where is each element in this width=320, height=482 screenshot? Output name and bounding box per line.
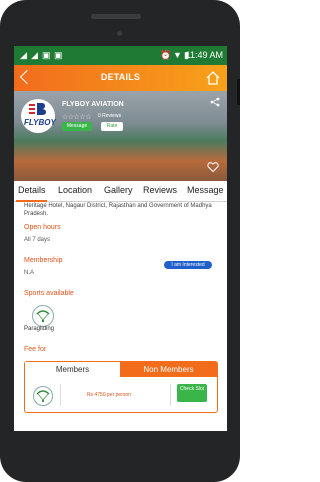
phone-frame: ◢ ◢ ▣ ▣ ⏰ ▼ ▮ 11:49 AM DETAILS FLYBOY FL… <box>0 0 240 482</box>
open-hours-value: All 7 days <box>24 237 51 243</box>
status-time: 11:49 AM <box>185 50 223 60</box>
tab-reviews[interactable]: Reviews <box>143 185 177 195</box>
tab-members[interactable]: Members <box>25 362 120 377</box>
business-name: FLYBOY AVIATION <box>62 101 124 108</box>
divider <box>170 384 171 406</box>
tab-details[interactable]: Details <box>18 185 46 195</box>
check-slot-button[interactable]: Check Slot <box>177 384 207 402</box>
image-icon-2: ▣ <box>54 50 63 60</box>
speaker-grille <box>91 14 141 19</box>
fee-title: Fee for <box>24 346 47 353</box>
share-icon[interactable] <box>210 97 220 107</box>
sports-title: Sports available <box>24 290 74 297</box>
page-title: DETAILS <box>100 72 141 82</box>
heart-icon[interactable] <box>207 161 219 173</box>
company-logo: FLYBOY <box>21 99 56 133</box>
paragliding-icon <box>33 386 53 406</box>
front-camera <box>117 31 122 36</box>
reviews-count: 0 Reviews <box>98 113 122 119</box>
app-bar: DETAILS <box>14 65 227 91</box>
status-bar: ◢ ◢ ▣ ▣ ⏰ ▼ ▮ 11:49 AM <box>14 46 227 65</box>
signal-icon: ◢ <box>20 50 27 60</box>
tab-bar: Details Location Gallery Reviews Message <box>14 181 227 202</box>
membership-value: N.A <box>24 270 35 276</box>
divider <box>60 384 61 406</box>
message-button[interactable]: Message <box>62 122 92 131</box>
sport-label: Paragliding <box>24 326 55 332</box>
logo-text: FLYBOY <box>24 118 56 127</box>
tab-non-members[interactable]: Non Members <box>120 362 217 377</box>
interested-button[interactable]: I am Interested <box>164 261 212 269</box>
signal-icon-2: ◢ <box>31 50 38 60</box>
phone-top-bezel <box>0 0 240 40</box>
description-text: Heritage Hotel, Nagaur District, Rajasth… <box>24 203 212 217</box>
hero-banner: FLYBOY FLYBOY AVIATION ☆☆☆☆☆ 0 Reviews M… <box>14 91 227 181</box>
logo-mark-icon <box>29 103 46 115</box>
rating-stars: ☆☆☆☆☆ <box>62 114 91 121</box>
paragliding-icon[interactable] <box>32 305 54 327</box>
screen: ◢ ◢ ▣ ▣ ⏰ ▼ ▮ 11:49 AM DETAILS FLYBOY FL… <box>14 46 227 431</box>
fee-card: Members Non Members Rs 4750 per person C… <box>24 361 218 413</box>
image-icon: ▣ <box>42 50 51 60</box>
side-button <box>237 79 240 105</box>
tab-message[interactable]: Message <box>187 185 224 195</box>
details-content: Heritage Hotel, Nagaur District, Rajasth… <box>14 202 227 431</box>
home-icon[interactable] <box>205 70 221 86</box>
tab-location[interactable]: Location <box>58 185 92 195</box>
fee-price: Rs 4750 per person <box>87 392 131 398</box>
membership-title: Membership <box>24 257 63 264</box>
tab-gallery[interactable]: Gallery <box>104 185 133 195</box>
open-hours-title: Open hours <box>24 224 61 231</box>
wifi-icon: ▼ <box>173 50 182 60</box>
alarm-icon: ⏰ <box>160 50 172 60</box>
rate-button[interactable]: Rate <box>101 122 123 131</box>
